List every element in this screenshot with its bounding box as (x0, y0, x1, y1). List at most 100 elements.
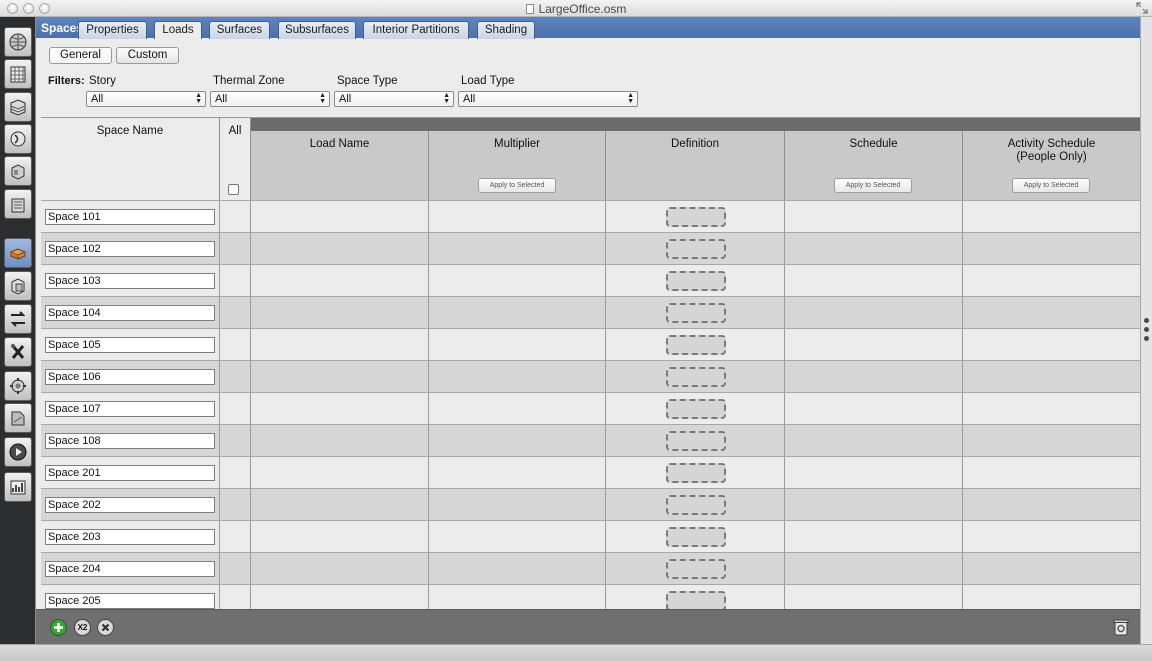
spaces-icon[interactable] (4, 238, 32, 268)
grid-cell[interactable] (785, 361, 963, 393)
building-summary-icon[interactable] (4, 337, 32, 367)
grid-cell[interactable] (220, 393, 251, 425)
grid-cell[interactable] (606, 265, 785, 297)
tab-surfaces[interactable]: Surfaces (209, 21, 270, 39)
grid-cell[interactable] (429, 425, 606, 457)
space-name-field[interactable]: Space 107 (45, 401, 215, 417)
space-name-field[interactable]: Space 101 (45, 209, 215, 225)
grid-cell[interactable] (251, 393, 429, 425)
grid-cell[interactable] (251, 585, 429, 609)
definition-drop-zone[interactable] (666, 303, 726, 323)
grid-cell[interactable] (963, 521, 1141, 553)
tab-shading[interactable]: Shading (477, 21, 535, 39)
definition-drop-zone[interactable] (666, 431, 726, 451)
space-type-filter-select[interactable]: All ▲ ▼ (334, 91, 454, 107)
grid-cell[interactable] (606, 297, 785, 329)
space-name-field[interactable]: Space 105 (45, 337, 215, 353)
grid-cell[interactable] (220, 329, 251, 361)
thermal-zone-filter-select[interactable]: All ▲ ▼ (210, 91, 330, 107)
loads-icon[interactable] (4, 124, 32, 154)
activity-schedule-apply-to-selected-button[interactable]: Apply to Selected (1012, 178, 1090, 193)
constructions-icon[interactable] (4, 92, 32, 122)
add-icon[interactable] (50, 619, 67, 636)
grid-cell[interactable] (606, 233, 785, 265)
definition-drop-zone[interactable] (666, 239, 726, 259)
grid-cell[interactable] (220, 425, 251, 457)
grid-cell[interactable] (606, 585, 785, 609)
grid-cell[interactable] (220, 521, 251, 553)
grid-cell[interactable] (220, 361, 251, 393)
grid-cell[interactable] (963, 553, 1141, 585)
grid-cell[interactable] (606, 489, 785, 521)
grid-cell[interactable] (963, 361, 1141, 393)
grid-cell[interactable] (251, 297, 429, 329)
grid-cell[interactable] (785, 585, 963, 609)
grid-cell[interactable] (785, 233, 963, 265)
grid-cell[interactable] (785, 297, 963, 329)
schedules-icon[interactable] (4, 59, 32, 89)
space-name-field[interactable]: Space 201 (45, 465, 215, 481)
definition-drop-zone[interactable] (666, 559, 726, 579)
space-types-icon[interactable] (4, 156, 32, 186)
grid-cell[interactable] (963, 265, 1141, 297)
grid-cell[interactable] (429, 361, 606, 393)
grid-cell[interactable] (606, 553, 785, 585)
grid-cell[interactable] (429, 457, 606, 489)
grid-cell[interactable] (963, 201, 1141, 233)
grid-cell[interactable] (429, 521, 606, 553)
grid-cell[interactable] (785, 489, 963, 521)
grid-cell[interactable] (785, 553, 963, 585)
grid-cell[interactable] (785, 329, 963, 361)
scripts-icon[interactable] (4, 437, 32, 467)
grid-cell[interactable] (220, 265, 251, 297)
definition-drop-zone[interactable] (666, 207, 726, 227)
right-drawer-handle[interactable] (1140, 17, 1152, 644)
grid-cell[interactable] (785, 521, 963, 553)
grid-cell[interactable] (606, 201, 785, 233)
grid-cell[interactable] (963, 329, 1141, 361)
grid-cell[interactable] (785, 457, 963, 489)
purge-icon[interactable] (1113, 618, 1129, 636)
grid-cell[interactable] (220, 489, 251, 521)
definition-drop-zone[interactable] (666, 271, 726, 291)
definition-drop-zone[interactable] (666, 367, 726, 387)
grid-cell[interactable] (963, 297, 1141, 329)
story-filter-select[interactable]: All ▲ ▼ (86, 91, 206, 107)
space-name-field[interactable]: Space 205 (45, 593, 215, 609)
run-icon[interactable] (4, 472, 32, 502)
grid-cell[interactable] (785, 201, 963, 233)
definition-drop-zone[interactable] (666, 335, 726, 355)
grid-cell[interactable] (606, 361, 785, 393)
grid-cell[interactable] (606, 425, 785, 457)
space-name-field[interactable]: Space 202 (45, 497, 215, 513)
tab-loads[interactable]: Loads (154, 21, 202, 39)
thermal-zones-icon[interactable] (4, 271, 32, 301)
select-all-checkbox[interactable] (228, 184, 239, 195)
remove-icon[interactable] (97, 619, 114, 636)
site-icon[interactable] (4, 27, 32, 57)
load-type-filter-select[interactable]: All ▲ ▼ (458, 91, 638, 107)
grid-cell[interactable] (251, 361, 429, 393)
tab-interior-partitions[interactable]: Interior Partitions (363, 21, 469, 39)
grid-cell[interactable] (606, 521, 785, 553)
grid-cell[interactable] (220, 585, 251, 609)
tab-properties[interactable]: Properties (78, 21, 147, 39)
fullscreen-icon[interactable] (1136, 2, 1148, 14)
grid-cell[interactable] (251, 329, 429, 361)
subtab-general[interactable]: General (49, 47, 112, 64)
grid-cell[interactable] (429, 585, 606, 609)
space-name-field[interactable]: Space 108 (45, 433, 215, 449)
grid-cell[interactable] (251, 489, 429, 521)
grid-cell[interactable] (606, 393, 785, 425)
grid-cell[interactable] (963, 233, 1141, 265)
grid-cell[interactable] (251, 265, 429, 297)
simulation-settings-icon[interactable] (4, 403, 32, 433)
outputs-icon[interactable] (4, 371, 32, 401)
grid-cell[interactable] (606, 329, 785, 361)
grid-cell[interactable] (251, 553, 429, 585)
grid-cell[interactable] (963, 457, 1141, 489)
grid-cell[interactable] (963, 585, 1141, 609)
grid-cell[interactable] (429, 393, 606, 425)
grid-cell[interactable] (785, 265, 963, 297)
grid-cell[interactable] (429, 297, 606, 329)
